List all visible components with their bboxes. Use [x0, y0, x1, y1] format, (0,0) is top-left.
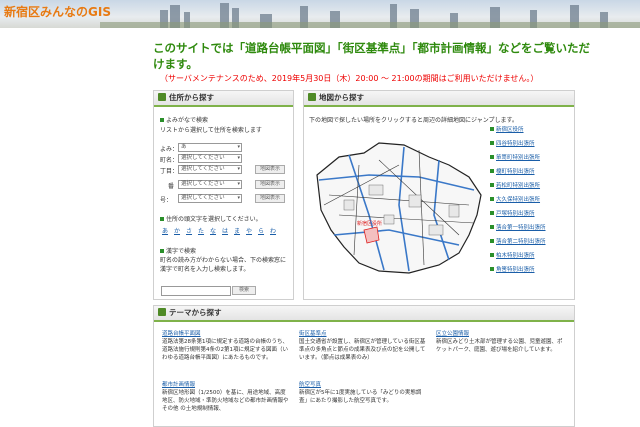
theme-desc: 新宿区地形図（1/2500）を基に、用途地域、高度地区、防火地域・準防火地域など…: [162, 390, 289, 412]
theme-item-reference-point: 街区基準点 国土交通省が設置し、新宿区が管理している街区基準点の多角点と節点の成…: [299, 330, 427, 362]
theme-item-road: 道路台帳平面図 道路法第28条第1項に規定する道路の台帳のうち、道路法施行規則第…: [162, 330, 290, 362]
initial-section-title: 住所の頭文字を選択してください。: [160, 214, 262, 223]
site-title[interactable]: 新宿区みんなのGIS: [4, 3, 111, 20]
district-link[interactable]: 四谷特別出張所: [490, 139, 535, 147]
theme-link[interactable]: 都市計画情報: [162, 381, 290, 389]
kana-link[interactable]: あ: [162, 226, 168, 235]
map-panel-header: 地図から探す: [304, 91, 574, 107]
bullet-icon: [490, 141, 494, 145]
district-link[interactable]: 落合第二特別出張所: [490, 237, 546, 245]
theme-icon: [158, 308, 166, 316]
district-link[interactable]: 榎町特別出張所: [490, 167, 535, 175]
chome-map-button[interactable]: 地図表示: [255, 165, 285, 174]
kana-link[interactable]: た: [198, 226, 204, 235]
machi-label: 町名：: [160, 157, 179, 164]
theme-desc: 新宿区みどり土木部が管理する公園、児童遊園、ポケットパーク、庭園、遊び場を紹介し…: [436, 339, 563, 353]
theme-item-planning: 都市計画情報 新宿区地形図（1/2500）を基に、用途地域、高度地区、防火地域・…: [162, 381, 290, 413]
theme-item-aerial-photo: 航空写真 新宿区が5年に1度実施している「みどりの実態調査」にあたり撮影した航空…: [299, 381, 427, 405]
address-panel-title: 住所から探す: [169, 93, 214, 102]
bullet-icon: [490, 267, 494, 271]
theme-desc: 道路法第28条第1項に規定する道路の台帳のうち、道路法施行規則第4条の2第1項に…: [162, 339, 288, 361]
district-link[interactable]: 角筈特別出張所: [490, 265, 535, 273]
bullet-icon: [490, 239, 494, 243]
skyline-image: [100, 3, 640, 28]
theme-item-parks: 区立公園情報 新宿区みどり土木部が管理する公園、児童遊園、ポケットパーク、庭園、…: [436, 330, 566, 354]
theme-link[interactable]: 航空写真: [299, 381, 427, 389]
bullet-icon: [490, 211, 494, 215]
kana-link[interactable]: わ: [270, 226, 276, 235]
bullet-icon: [160, 217, 164, 221]
bullet-icon: [490, 253, 494, 257]
district-link[interactable]: 柏木特別出張所: [490, 251, 535, 259]
yomigana-desc: リストから選択して住所を検索します: [160, 127, 262, 134]
map-desc: 下の地図で探したい場所をクリックすると周辺の詳細地図にジャンプします。: [309, 117, 518, 124]
yomi-select[interactable]: あ: [178, 143, 242, 152]
kana-link[interactable]: な: [210, 226, 216, 235]
map-panel-title: 地図から探す: [319, 93, 364, 102]
maintenance-notice: （サーバメンテナンスのため、2019年5月30日（木）20:00 ～ 21:00…: [160, 74, 539, 83]
address-panel-header: 住所から探す: [154, 91, 293, 107]
district-link[interactable]: 若松町特別出張所: [490, 181, 540, 189]
yomi-label: よみ：: [160, 146, 179, 153]
district-link[interactable]: 落合第一特別出張所: [490, 223, 546, 231]
district-link[interactable]: 新宿区役所: [490, 125, 524, 133]
go-select[interactable]: 選択してください: [178, 194, 242, 203]
bullet-icon: [490, 169, 494, 173]
district-link[interactable]: 大久保特別出張所: [490, 195, 540, 203]
header-banner: 新宿区みんなのGIS: [0, 0, 640, 28]
district-link[interactable]: 箪笥町特別出張所: [490, 153, 540, 161]
machi-select[interactable]: 選択してください: [178, 154, 242, 163]
ban-select[interactable]: 選択してください: [178, 180, 242, 189]
bullet-icon: [160, 118, 164, 122]
kana-link[interactable]: さ: [186, 226, 192, 235]
kana-link[interactable]: ま: [234, 226, 240, 235]
kana-link[interactable]: は: [222, 226, 228, 235]
bullet-icon: [490, 155, 494, 159]
kana-link[interactable]: ら: [258, 226, 264, 235]
theme-panel-title: テーマから探す: [169, 308, 222, 317]
kanji-search-input[interactable]: [161, 286, 231, 296]
bullet-icon: [490, 197, 494, 201]
map-icon: [308, 93, 316, 101]
kanji-section-title: 漢字で検索: [160, 246, 196, 255]
bullet-icon: [490, 183, 494, 187]
chome-select[interactable]: 選択してください: [178, 165, 242, 174]
bullet-icon: [490, 127, 494, 131]
kanji-desc: 町名の読み方がわからない場合、下の検索窓に漢字で町名を入力し検索します。: [160, 257, 287, 273]
bullet-icon: [490, 225, 494, 229]
ban-map-button[interactable]: 地図表示: [255, 180, 285, 189]
go-label: 号：: [160, 197, 173, 204]
theme-desc: 新宿区が5年に1度実施している「みどりの実態調査」にあたり撮影した航空写真です。: [299, 390, 422, 404]
map-label-city-hall: 新宿区役所: [357, 220, 382, 227]
theme-panel-header: テーマから探す: [154, 306, 574, 322]
kana-link[interactable]: か: [174, 226, 180, 235]
kana-link[interactable]: や: [246, 226, 252, 235]
bullet-icon: [160, 249, 164, 253]
theme-desc: 国土交通省が設置し、新宿区が管理している街区基準点の多角点と節点の成果表及び点の…: [299, 339, 426, 361]
theme-link[interactable]: 区立公園情報: [436, 330, 566, 338]
go-map-button[interactable]: 地図表示: [255, 194, 285, 203]
shinjuku-map[interactable]: 新宿区役所: [309, 135, 486, 277]
ban-label: 番: [168, 183, 175, 190]
district-link[interactable]: 戸塚特別出張所: [490, 209, 535, 217]
theme-link[interactable]: 街区基準点: [299, 330, 427, 338]
chome-label: 丁目：: [160, 168, 179, 175]
theme-link[interactable]: 道路台帳平面図: [162, 330, 290, 338]
home-icon: [158, 93, 166, 101]
search-button[interactable]: 検索: [232, 286, 256, 295]
yomigana-section-title: よみがなで検索: [160, 115, 208, 124]
page-headline: このサイトでは「道路台帳平面図」「街区基準点」「都市計画情報」などをご覧いただけ…: [153, 41, 590, 71]
